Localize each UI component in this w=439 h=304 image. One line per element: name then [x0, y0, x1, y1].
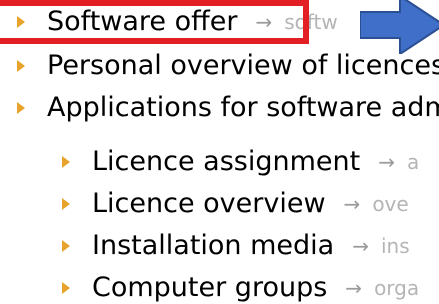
menu-item-software-offer[interactable]: Software offer → softw [17, 6, 338, 38]
submenu-item-label[interactable]: Licence overview [92, 188, 326, 220]
bullet-icon [62, 156, 70, 168]
submenu-item-licence-assignment[interactable]: Licence assignment → a [62, 146, 419, 178]
menu-item-personal-overview[interactable]: Personal overview of licences [17, 50, 439, 82]
bullet-icon [62, 240, 70, 252]
submenu-item-licence-overview[interactable]: Licence overview → ove [62, 188, 409, 220]
arrow-icon: → [255, 10, 273, 34]
bullet-icon [62, 282, 70, 294]
submenu-item-computer-groups[interactable]: Computer groups → orga [62, 272, 419, 304]
bullet-icon [62, 198, 70, 210]
arrow-icon: → [352, 234, 369, 258]
submenu-item-hint: orga [374, 276, 420, 300]
arrow-icon: → [343, 192, 361, 216]
menu-item-label[interactable]: Software offer [47, 6, 237, 38]
submenu-item-hint: ove [372, 192, 409, 216]
arrow-icon: → [345, 276, 363, 300]
bullet-icon [17, 16, 25, 28]
submenu-item-hint: ins [381, 234, 410, 258]
bullet-icon [17, 102, 25, 114]
menu-item-hint: softw [284, 10, 338, 34]
bullet-icon [17, 60, 25, 72]
menu-item-label[interactable]: Applications for software adm [47, 92, 439, 124]
menu-item-applications[interactable]: Applications for software adm [17, 92, 439, 124]
pointer-arrow-icon [360, 0, 439, 54]
submenu-item-label[interactable]: Licence assignment [92, 146, 360, 178]
submenu-item-label[interactable]: Installation media [92, 230, 334, 262]
menu-item-label[interactable]: Personal overview of licences [47, 50, 439, 82]
submenu-item-installation-media[interactable]: Installation media → ins [62, 230, 410, 262]
submenu-item-hint: a [406, 150, 420, 174]
submenu-item-label[interactable]: Computer groups [92, 272, 327, 304]
arrow-icon: → [378, 150, 395, 174]
